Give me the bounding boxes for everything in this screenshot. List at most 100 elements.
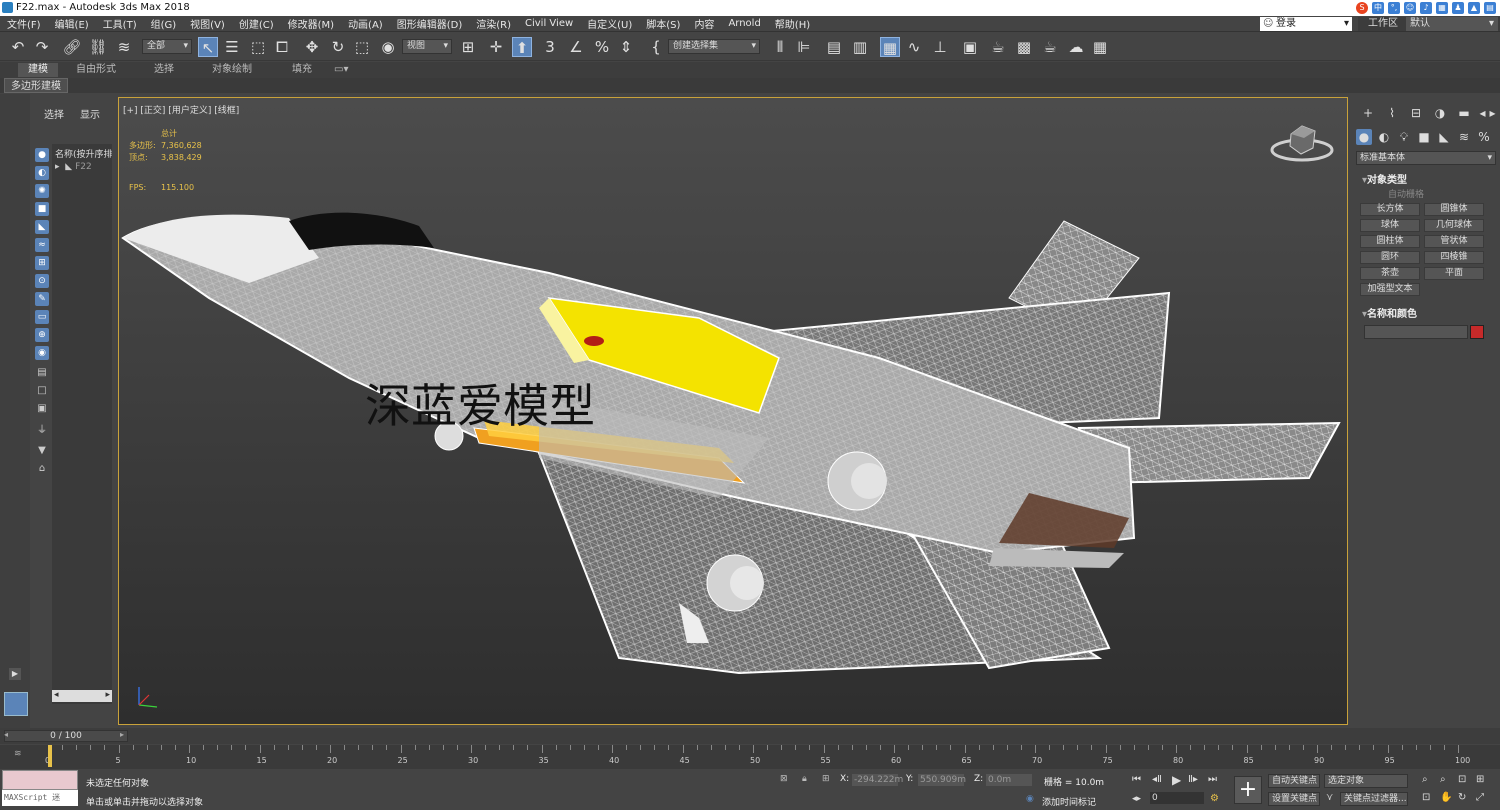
display-cameras-icon[interactable]: ■ [35, 202, 49, 216]
filter-icon[interactable]: ⏚ [35, 424, 49, 438]
time-slider[interactable]: 0 / 100 ◂ ▸ [0, 728, 1500, 744]
display-spacewarps-icon[interactable]: ≈ [35, 238, 49, 252]
list-item[interactable]: ▸ ◣ F22 [55, 162, 92, 172]
goto-start-icon[interactable]: ⏮ [1132, 774, 1141, 785]
auto-key-button[interactable]: 自动关键点 [1268, 774, 1320, 788]
display-hidden-icon[interactable]: ◉ [35, 346, 49, 360]
keyboard-shortcut-override-icon[interactable]: ⬆ [512, 37, 532, 57]
place-icon[interactable]: ◉ [378, 37, 398, 57]
horizontal-scrollbar[interactable]: ◂ ▸ [52, 690, 112, 702]
y-coordinate-field[interactable]: 550.909m [918, 774, 966, 786]
display-all-icon[interactable]: ▤ [35, 366, 49, 380]
cameras-icon[interactable]: ■ [1416, 129, 1432, 145]
edit-named-sel-icon[interactable]: { [646, 37, 666, 57]
render-a360-icon[interactable]: ☁ [1066, 37, 1086, 57]
menu-file[interactable]: 文件(F) [0, 16, 48, 31]
display-xrefs-icon[interactable]: ⊙ [35, 274, 49, 288]
tab-populate[interactable]: 填充 [292, 63, 312, 77]
grid-icon[interactable]: ▤ [1484, 2, 1496, 14]
bind-space-warp-icon[interactable]: ≋ [114, 37, 134, 57]
sogou-s-icon[interactable]: S [1356, 2, 1368, 14]
named-selection-dropdown[interactable]: 创建选择集 [668, 39, 760, 54]
lock-icon[interactable]: 🔒︎ [802, 774, 807, 784]
hierarchy-tab-icon[interactable]: ⊟ [1408, 105, 1424, 121]
time-tag-icon[interactable]: ◉ [1026, 794, 1034, 804]
display-helpers-icon[interactable]: ◣ [35, 220, 49, 234]
zoom-all-icon[interactable]: ⌕ [1440, 774, 1446, 785]
add-time-tag[interactable]: 添加时间标记 [1042, 795, 1096, 808]
lights-icon[interactable]: 💡︎ [1396, 129, 1412, 145]
layer-icon[interactable]: ⌂ [35, 462, 49, 476]
viewport-perspective[interactable]: [+] [正交] [用户定义] [线框] 总计 多边形: 7,360,628 顶点… [118, 97, 1348, 725]
orbit-icon[interactable]: ↻ [1458, 792, 1466, 803]
tabs-right-icon[interactable]: ▸ [1488, 105, 1497, 121]
goto-end-icon[interactable]: ⏭ [1208, 774, 1217, 785]
display-none-icon[interactable]: □ [35, 384, 49, 398]
unlink-icon[interactable]: ⛓︎ [88, 37, 108, 57]
set-key-big-icon[interactable]: + [1234, 776, 1262, 804]
time-prev-icon[interactable]: ◂ [4, 730, 8, 739]
key-filter-icon[interactable]: ⋎ [1326, 792, 1333, 803]
scene-explorer-icon[interactable]: ▦ [880, 37, 900, 57]
box-button[interactable]: 长方体 [1360, 203, 1420, 216]
set-key-button[interactable]: 设置关键点 [1268, 792, 1320, 806]
redo-icon[interactable]: ↷ [32, 37, 52, 57]
align-icon[interactable]: ⊫ [794, 37, 814, 57]
mic-icon[interactable]: ♪ [1420, 2, 1432, 14]
text-plus-button[interactable]: 加强型文本 [1360, 283, 1420, 296]
torus-button[interactable]: 圆环 [1360, 251, 1420, 264]
curve-editor-icon[interactable]: ∿ [904, 37, 924, 57]
menu-edit[interactable]: 编辑(E) [48, 16, 96, 31]
menu-scripting[interactable]: 脚本(S) [639, 16, 687, 31]
create-tab-icon[interactable]: + [1360, 105, 1376, 121]
tab-scene-display[interactable]: 显示 [80, 106, 100, 121]
pyramid-button[interactable]: 四棱锥 [1424, 251, 1484, 264]
display-groups-icon[interactable]: ⊞ [35, 256, 49, 270]
angle-snap-icon[interactable]: ∠ [566, 37, 586, 57]
systems-icon[interactable]: % [1476, 129, 1492, 145]
snaps-toggle-icon[interactable]: 3 [540, 37, 560, 57]
display-frozen-icon[interactable]: ⊕ [35, 328, 49, 342]
render-production-icon[interactable]: ☕ [1040, 37, 1060, 57]
render-setup-icon[interactable]: ☕ [988, 37, 1008, 57]
funnel-icon[interactable]: ▼ [35, 444, 49, 458]
geometry-icon[interactable]: ● [1356, 129, 1372, 145]
x-coordinate-field[interactable]: -294.222m [852, 774, 903, 786]
autogrid-checkbox[interactable]: 自动栅格 [1388, 187, 1424, 200]
login-dropdown[interactable]: 登录 [1260, 17, 1352, 31]
select-object-icon[interactable]: ↖ [198, 37, 218, 57]
menu-tools[interactable]: 工具(T) [96, 16, 144, 31]
schematic-view-icon[interactable]: ⊥ [930, 37, 950, 57]
mirror-icon[interactable]: ⫴ [770, 37, 790, 57]
helpers-icon[interactable]: ◣ [1436, 129, 1452, 145]
menu-views[interactable]: 视图(V) [183, 16, 232, 31]
menu-rendering[interactable]: 渲染(R) [469, 16, 518, 31]
display-shapes-icon[interactable]: ◐ [35, 166, 49, 180]
scene-list-header[interactable]: 名称(按升序排序) [55, 147, 112, 160]
cylinder-button[interactable]: 圆柱体 [1360, 235, 1420, 248]
display-tab-icon[interactable]: ▬ [1456, 105, 1472, 121]
prev-frame-icon[interactable]: ◂Ⅱ [1152, 774, 1162, 785]
cone-button[interactable]: 圆锥体 [1424, 203, 1484, 216]
keyboard-icon[interactable]: ▦ [1436, 2, 1448, 14]
menu-help[interactable]: 帮助(H) [768, 16, 817, 31]
abs-mode-icon[interactable]: ⊞ [822, 774, 830, 784]
display-bones-icon[interactable]: ✎ [35, 292, 49, 306]
ref-coord-dropdown[interactable]: 视图 [402, 39, 452, 54]
menu-customize[interactable]: 自定义(U) [580, 16, 639, 31]
display-containers-icon[interactable]: ▭ [35, 310, 49, 324]
window-crossing-icon[interactable]: ⧠ [272, 37, 292, 57]
time-next-icon[interactable]: ▸ [120, 730, 124, 739]
scroll-right-icon[interactable]: ▸ [105, 690, 110, 700]
pan-icon[interactable]: ✋ [1440, 792, 1452, 803]
key-filters-button[interactable]: 关键点过滤器... [1340, 792, 1408, 806]
display-geometry-icon[interactable]: ● [35, 148, 49, 162]
zh-input-icon[interactable]: 中 [1372, 2, 1384, 14]
display-lights-icon[interactable]: ✺ [35, 184, 49, 198]
rotate-icon[interactable]: ↻ [328, 37, 348, 57]
menu-arnold[interactable]: Arnold [721, 18, 767, 29]
maximize-viewport-icon[interactable]: ⤢ [1476, 792, 1484, 803]
menu-civil-view[interactable]: Civil View [518, 18, 580, 29]
menu-animation[interactable]: 动画(A) [341, 16, 390, 31]
toggle-ribbon-icon[interactable]: ▥ [850, 37, 870, 57]
